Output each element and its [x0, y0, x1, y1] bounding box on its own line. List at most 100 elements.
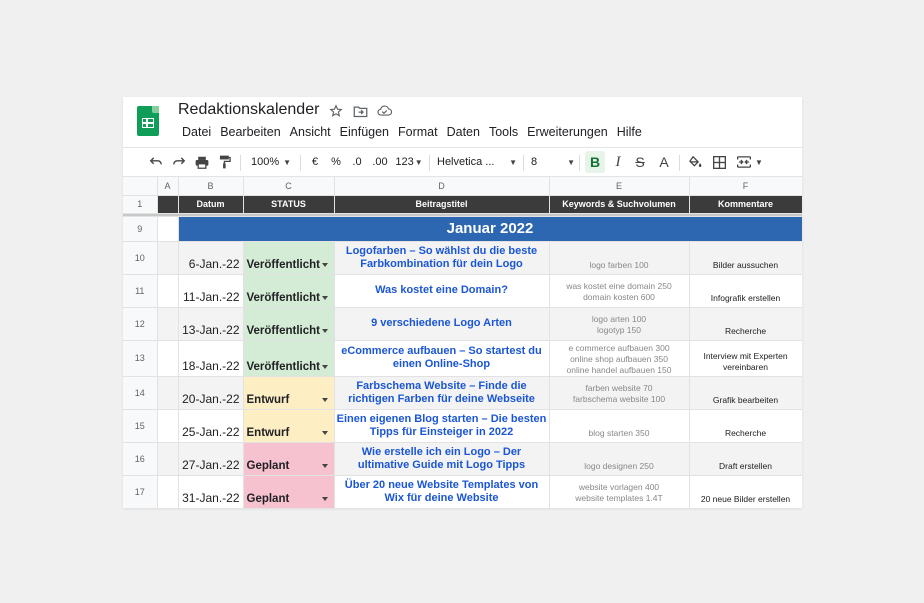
cell[interactable] — [157, 274, 179, 308]
menu-einfuegen[interactable]: Einfügen — [336, 125, 393, 139]
header-cell-datum[interactable]: Datum — [178, 195, 244, 214]
zoom-select[interactable]: 100% ▼ — [247, 151, 295, 173]
status-dropdown[interactable]: Entwurf — [243, 409, 335, 443]
strikethrough-button[interactable]: S — [631, 151, 649, 173]
header-cell-kommentare[interactable]: Kommentare — [689, 195, 802, 214]
menu-erweiterungen[interactable]: Erweiterungen — [523, 125, 612, 139]
menu-bearbeiten[interactable]: Bearbeiten — [216, 125, 284, 139]
comment-cell[interactable]: Interview mit Experten vereinbaren — [689, 340, 802, 377]
date-cell[interactable]: 18-Jan.-22 — [178, 340, 244, 377]
cell[interactable] — [157, 376, 179, 410]
status-dropdown[interactable]: Veröffentlicht — [243, 340, 335, 377]
redo-icon[interactable] — [170, 151, 188, 173]
percent-format-button[interactable]: % — [328, 151, 344, 173]
column-header-e[interactable]: E — [549, 177, 690, 196]
row-number[interactable]: 12 — [123, 307, 158, 341]
title-cell[interactable]: Farbschema Website – Finde die richtigen… — [334, 376, 550, 410]
document-title[interactable]: Redaktionskalender — [178, 101, 319, 119]
comment-cell[interactable]: Recherche — [689, 307, 802, 341]
row-number[interactable]: 14 — [123, 376, 158, 410]
cell[interactable] — [157, 409, 179, 443]
keywords-cell[interactable]: blog starten 350 — [549, 409, 690, 443]
text-color-button[interactable]: A — [655, 151, 673, 173]
number-format-select[interactable]: 123 ▼ — [395, 151, 423, 173]
row-number[interactable]: 10 — [123, 241, 158, 275]
cell[interactable] — [157, 307, 179, 341]
decrease-decimals-button[interactable]: .0 — [347, 151, 367, 173]
row-number[interactable]: 9 — [123, 216, 158, 242]
date-cell[interactable]: 27-Jan.-22 — [178, 442, 244, 476]
date-cell[interactable]: 31-Jan.-22 — [178, 475, 244, 508]
header-cell-a[interactable] — [157, 195, 179, 214]
title-cell[interactable]: Über 20 neue Website Templates von Wix f… — [334, 475, 550, 508]
header-cell-beitragstitel[interactable]: Beitragstitel — [334, 195, 550, 214]
column-header-d[interactable]: D — [334, 177, 550, 196]
menu-ansicht[interactable]: Ansicht — [286, 125, 335, 139]
fill-color-icon[interactable] — [686, 151, 704, 173]
comment-cell[interactable]: Grafik bearbeiten — [689, 376, 802, 410]
date-cell[interactable]: 6-Jan.-22 — [178, 241, 244, 275]
cell[interactable] — [157, 442, 179, 476]
title-cell[interactable]: 9 verschiedene Logo Arten — [334, 307, 550, 341]
title-cell[interactable]: Logofarben – So wählst du die beste Farb… — [334, 241, 550, 275]
move-to-folder-icon[interactable] — [352, 103, 368, 119]
italic-button[interactable]: I — [609, 151, 627, 173]
keywords-cell[interactable]: e commerce aufbauen 300 online shop aufb… — [549, 340, 690, 377]
select-all-corner[interactable] — [123, 177, 158, 196]
date-cell[interactable]: 11-Jan.-22 — [178, 274, 244, 308]
row-number[interactable]: 1 — [123, 195, 158, 214]
status-dropdown[interactable]: Entwurf — [243, 376, 335, 410]
title-cell[interactable]: eCommerce aufbauen – So startest du eine… — [334, 340, 550, 377]
column-header-b[interactable]: B — [178, 177, 244, 196]
keywords-cell[interactable]: logo farben 100 — [549, 241, 690, 275]
cell[interactable] — [157, 340, 179, 377]
keywords-cell[interactable]: was kostet eine domain 250 domain kosten… — [549, 274, 690, 308]
row-number[interactable]: 13 — [123, 340, 158, 377]
font-family-select[interactable]: Helvetica ... ▼ — [437, 151, 517, 173]
paint-format-icon[interactable] — [216, 151, 234, 173]
comment-cell[interactable]: Bilder aussuchen — [689, 241, 802, 275]
header-cell-status[interactable]: STATUS — [243, 195, 335, 214]
menu-datei[interactable]: Datei — [178, 125, 215, 139]
keywords-cell[interactable]: logo arten 100 logotyp 150 — [549, 307, 690, 341]
status-dropdown[interactable]: Veröffentlicht — [243, 274, 335, 308]
title-cell[interactable]: Wie erstelle ich ein Logo – Der ultimati… — [334, 442, 550, 476]
header-cell-keywords[interactable]: Keywords & Suchvolumen — [549, 195, 690, 214]
cloud-status-icon[interactable] — [376, 103, 392, 119]
menu-format[interactable]: Format — [394, 125, 442, 139]
month-label[interactable]: Januar 2022 — [178, 216, 802, 242]
comment-cell[interactable]: 20 neue Bilder erstellen — [689, 475, 802, 508]
column-header-f[interactable]: F — [689, 177, 802, 196]
undo-icon[interactable] — [147, 151, 165, 173]
column-header-a[interactable]: A — [157, 177, 179, 196]
menu-hilfe[interactable]: Hilfe — [613, 125, 646, 139]
star-icon[interactable] — [328, 103, 344, 119]
row-number[interactable]: 15 — [123, 409, 158, 443]
row-number[interactable]: 11 — [123, 274, 158, 308]
sheets-logo-icon[interactable] — [137, 106, 159, 136]
cell[interactable] — [157, 241, 179, 275]
comment-cell[interactable]: Draft erstellen — [689, 442, 802, 476]
date-cell[interactable]: 25-Jan.-22 — [178, 409, 244, 443]
date-cell[interactable]: 20-Jan.-22 — [178, 376, 244, 410]
currency-format-button[interactable]: € — [307, 151, 323, 173]
font-size-select[interactable]: 8 ▼ — [531, 151, 575, 173]
status-dropdown[interactable]: Veröffentlicht — [243, 307, 335, 341]
keywords-cell[interactable]: farben website 70 farbschema website 100 — [549, 376, 690, 410]
title-cell[interactable]: Was kostet eine Domain? — [334, 274, 550, 308]
title-cell[interactable]: Einen eigenen Blog starten – Die besten … — [334, 409, 550, 443]
cell[interactable] — [157, 216, 179, 242]
cell[interactable] — [157, 475, 179, 508]
status-dropdown[interactable]: Geplant — [243, 442, 335, 476]
row-number[interactable]: 16 — [123, 442, 158, 476]
menu-tools[interactable]: Tools — [485, 125, 522, 139]
print-icon[interactable] — [193, 151, 211, 173]
increase-decimals-button[interactable]: .00 — [369, 151, 391, 173]
keywords-cell[interactable]: website vorlagen 400 website templates 1… — [549, 475, 690, 508]
column-header-c[interactable]: C — [243, 177, 335, 196]
bold-button[interactable]: B — [585, 151, 605, 173]
comment-cell[interactable]: Recherche — [689, 409, 802, 443]
date-cell[interactable]: 13-Jan.-22 — [178, 307, 244, 341]
status-dropdown[interactable]: Geplant — [243, 475, 335, 508]
borders-icon[interactable] — [710, 151, 728, 173]
